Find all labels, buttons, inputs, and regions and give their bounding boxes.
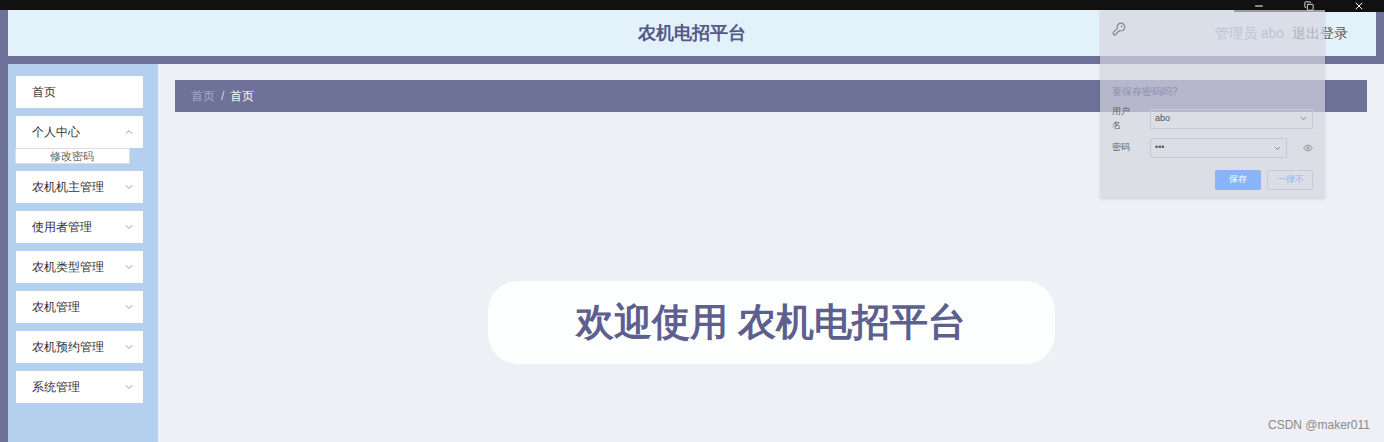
sidebar-item[interactable]: 首页 xyxy=(16,76,143,108)
watermark: CSDN @maker011 xyxy=(1268,416,1370,434)
sidebar-item[interactable]: 农机预约管理 xyxy=(16,331,143,363)
eye-icon[interactable] xyxy=(1303,143,1313,153)
sidebar: 首页个人中心修改密码农机机主管理使用者管理农机类型管理农机管理农机预约管理系统管… xyxy=(8,64,158,442)
close-icon[interactable] xyxy=(1353,0,1365,12)
chevron-down-icon xyxy=(123,381,135,393)
prompt-field: 用户名abo xyxy=(1112,105,1313,132)
sidebar-item[interactable]: 农机管理 xyxy=(16,291,143,323)
title-strip xyxy=(0,0,1384,10)
prompt-button[interactable]: 一律不 xyxy=(1267,170,1313,190)
breadcrumb-item[interactable]: 首页 xyxy=(191,87,215,105)
prompt-title: 要保存密码吗? xyxy=(1112,84,1313,99)
sidebar-group: 农机机主管理 xyxy=(8,171,158,203)
dropdown-icon xyxy=(1299,114,1308,123)
dropdown-icon xyxy=(1273,144,1282,153)
breadcrumb-item: 首页 xyxy=(230,87,254,105)
prompt-buttons: 保存一律不 xyxy=(1112,170,1313,190)
sidebar-item[interactable]: 农机类型管理 xyxy=(16,251,143,283)
chevron-down-icon xyxy=(123,341,135,353)
chevron-up-icon xyxy=(123,126,135,138)
sidebar-group: 农机管理 xyxy=(8,291,158,323)
sidebar-item[interactable]: 使用者管理 xyxy=(16,211,143,243)
sidebar-item[interactable]: 系统管理 xyxy=(16,371,143,403)
header-title: 农机电招平台 xyxy=(638,20,746,47)
sidebar-group: 个人中心修改密码 xyxy=(8,116,158,163)
sidebar-item[interactable]: 农机机主管理 xyxy=(16,171,143,203)
sidebar-group: 农机类型管理 xyxy=(8,251,158,283)
sidebar-item[interactable]: 个人中心 xyxy=(16,116,143,148)
chevron-down-icon xyxy=(123,301,135,313)
breadcrumb-separator: / xyxy=(221,87,224,105)
chevron-down-icon xyxy=(123,181,135,193)
app-window: 农机电招平台管理员 abo退出登录首页个人中心修改密码农机机主管理使用者管理农机… xyxy=(0,0,1384,442)
welcome-card: 欢迎使用 农机电招平台 xyxy=(488,281,1055,364)
prompt-input[interactable]: ••• xyxy=(1150,138,1287,158)
sidebar-group: 系统管理 xyxy=(8,371,158,403)
sidebar-group: 首页 xyxy=(8,76,158,108)
sidebar-group: 使用者管理 xyxy=(8,211,158,243)
chevron-down-icon xyxy=(123,261,135,273)
prompt-field: 密码••• xyxy=(1112,138,1313,158)
prompt-input[interactable]: abo xyxy=(1150,109,1313,129)
chevron-down-icon xyxy=(123,221,135,233)
prompt-button[interactable]: 保存 xyxy=(1215,170,1261,190)
key-icon xyxy=(1112,22,1126,36)
sidebar-group: 农机预约管理 xyxy=(8,331,158,363)
password-prompt: 要保存密码吗? 用户名abo 密码••• 保存一律不 xyxy=(1100,10,1325,198)
sidebar-subitem[interactable]: 修改密码 xyxy=(15,148,130,164)
